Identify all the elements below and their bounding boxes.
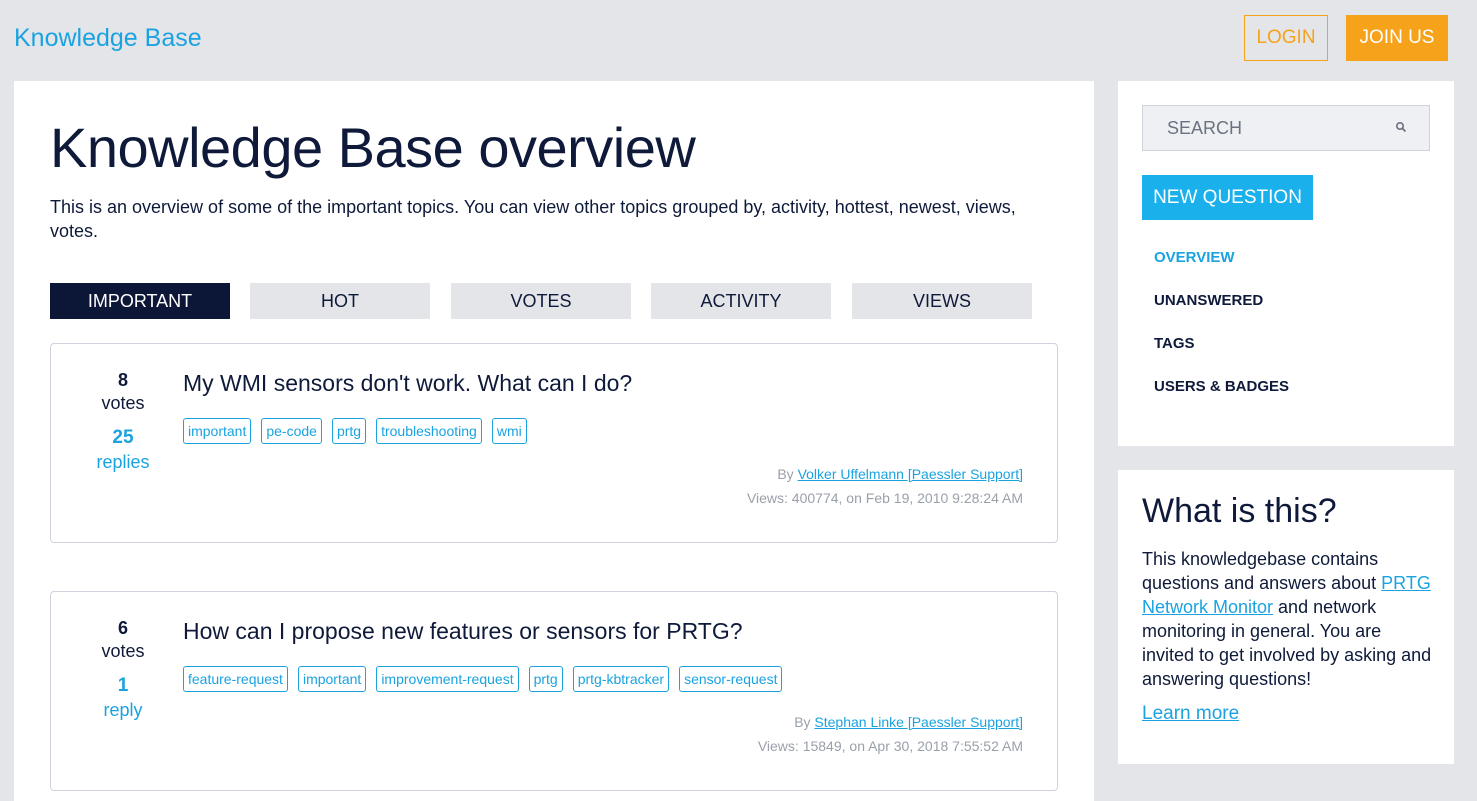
question-card: 8 votes 25 replies My WMI sensors don't …	[50, 343, 1058, 543]
question-stats: 6 votes 1 reply	[79, 616, 167, 722]
tag[interactable]: prtg	[331, 418, 367, 444]
tab-hot[interactable]: HOT	[250, 283, 430, 319]
about-text: This knowledgebase contains questions an…	[1142, 547, 1434, 691]
tag[interactable]: important	[297, 666, 367, 692]
question-card: 6 votes 1 reply How can I propose new fe…	[50, 591, 1058, 791]
login-button[interactable]: LOGIN	[1244, 15, 1328, 61]
by-prefix: By	[777, 466, 794, 482]
question-meta: Views: 15849, on Apr 30, 2018 7:55:52 AM	[757, 738, 1023, 754]
sidebar-item-overview[interactable]: OVERVIEW	[1154, 249, 1235, 266]
tag-list: feature-request important improvement-re…	[183, 666, 783, 692]
votes-count: 8	[117, 370, 128, 390]
tag[interactable]: feature-request	[183, 666, 288, 692]
votes-count: 6	[117, 618, 128, 638]
page-intro: This is an overview of some of the impor…	[50, 197, 1016, 241]
about-title: What is this?	[1142, 492, 1337, 530]
search-icon[interactable]	[1395, 121, 1407, 133]
about-text-before: This knowledgebase contains questions an…	[1142, 549, 1382, 593]
votes-label: votes	[101, 393, 145, 413]
author-link[interactable]: Volker Uffelmann [Paessler Support]	[798, 466, 1023, 482]
question-meta: Views: 400774, on Feb 19, 2010 9:28:24 A…	[746, 490, 1023, 506]
question-title-link[interactable]: How can I propose new features or sensor…	[183, 618, 743, 645]
sidebar-item-unanswered[interactable]: UNANSWERED	[1154, 292, 1263, 309]
question-byline: By Volker Uffelmann [Paessler Support] V…	[747, 462, 1023, 510]
tag[interactable]: prtg-kbtracker	[572, 666, 670, 692]
votes-label: votes	[101, 641, 145, 661]
sidebar-actions: NEW QUESTION OVERVIEW UNANSWERED TAGS US…	[1118, 81, 1454, 446]
tag[interactable]: improvement-request	[376, 666, 519, 692]
tab-views[interactable]: VIEWS	[852, 283, 1032, 319]
sidebar-item-tags[interactable]: TAGS	[1154, 335, 1195, 352]
tab-important[interactable]: IMPORTANT	[50, 283, 230, 319]
tag[interactable]: troubleshooting	[376, 418, 482, 444]
tag[interactable]: pe-code	[261, 418, 322, 444]
replies-count[interactable]: 25	[79, 426, 167, 450]
main-panel: Knowledge Base overview This is an overv…	[14, 81, 1094, 801]
search-input[interactable]	[1143, 116, 1399, 140]
tag[interactable]: wmi	[491, 418, 527, 444]
about-panel: What is this? This knowledgebase contain…	[1118, 470, 1454, 764]
learn-more-link[interactable]: Learn more	[1142, 703, 1239, 725]
tag[interactable]: sensor-request	[679, 666, 783, 692]
new-question-button[interactable]: NEW QUESTION	[1142, 175, 1313, 220]
by-prefix: By	[794, 714, 811, 730]
replies-count[interactable]: 1	[79, 674, 167, 698]
brand-link[interactable]: Knowledge Base	[14, 24, 202, 53]
tab-votes[interactable]: VOTES	[451, 283, 631, 319]
question-title-link[interactable]: My WMI sensors don't work. What can I do…	[183, 370, 632, 397]
page-title: Knowledge Base overview	[50, 116, 696, 179]
question-byline: By Stephan Linke [Paessler Support] View…	[758, 710, 1023, 758]
search-box	[1142, 105, 1430, 151]
replies-label[interactable]: replies	[79, 450, 167, 474]
tag-list: important pe-code prtg troubleshooting w…	[183, 418, 527, 444]
join-us-button[interactable]: JOIN US	[1346, 15, 1448, 61]
tag[interactable]: prtg	[528, 666, 563, 692]
tag[interactable]: important	[183, 418, 252, 444]
sidebar-item-users-badges[interactable]: USERS & BADGES	[1154, 378, 1289, 395]
replies-label[interactable]: reply	[79, 698, 167, 722]
question-stats: 8 votes 25 replies	[79, 368, 167, 474]
tab-activity[interactable]: ACTIVITY	[651, 283, 831, 319]
author-link[interactable]: Stephan Linke [Paessler Support]	[814, 714, 1023, 730]
